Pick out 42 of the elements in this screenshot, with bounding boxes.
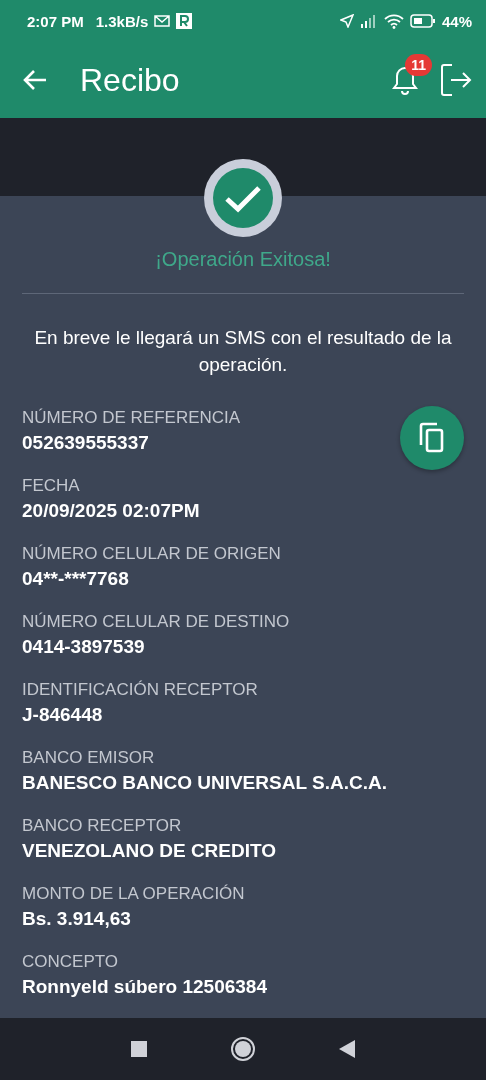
- status-time: 2:07 PM: [27, 12, 84, 30]
- logout-button[interactable]: [440, 63, 472, 98]
- field-value: J-846448: [22, 702, 103, 727]
- field-label: MONTO DE LA OPERACIÓN: [22, 882, 245, 905]
- field-label: CONCEPTO: [22, 950, 119, 973]
- field-label: NÚMERO CELULAR DE ORIGEN: [22, 542, 281, 565]
- field-label: BANCO RECEPTOR: [22, 814, 182, 837]
- battery-level: 44%: [441, 12, 472, 30]
- field-value: Bs. 3.914,63: [22, 906, 131, 931]
- field-value: BANESCO BANCO UNIVERSAL S.A.C.A.: [22, 770, 387, 795]
- notification-badge: 11: [405, 54, 432, 77]
- network-speed: 1.3kB/s: [95, 12, 149, 30]
- result-message: En breve le llegará un SMS con el resultado de la operación.: [33, 325, 453, 377]
- app-icon: [176, 13, 193, 30]
- field-value: 052639555337: [22, 430, 149, 455]
- field-value: Ronnyeld súbero 12506384: [22, 974, 267, 999]
- back-button[interactable]: [22, 69, 48, 92]
- success-check-icon: [203, 157, 283, 238]
- field-value: VENEZOLANO DE CREDITO: [22, 838, 277, 863]
- mail-icon: [154, 14, 171, 29]
- field-label: FECHA: [22, 474, 80, 497]
- success-title: ¡Operación Exitosa!: [154, 247, 332, 271]
- screen-title: Recibo: [80, 61, 180, 99]
- copy-icon: [418, 421, 446, 454]
- home-icon[interactable]: [231, 1036, 255, 1061]
- field-value: 20/09/2025 02:07PM: [22, 498, 200, 523]
- field-value: 0414-3897539: [22, 634, 145, 659]
- field-label: NÚMERO DE REFERENCIA: [22, 406, 241, 429]
- field-value: 04**-***7768: [22, 566, 129, 591]
- field-label: NÚMERO CELULAR DE DESTINO: [22, 610, 290, 633]
- back-icon[interactable]: [339, 1039, 355, 1058]
- notifications-button[interactable]: 11: [390, 54, 432, 97]
- recents-icon[interactable]: [131, 1040, 147, 1057]
- location-icon: [339, 14, 354, 29]
- copy-button[interactable]: [400, 405, 464, 470]
- wifi-icon: [383, 13, 404, 29]
- field-label: BANCO EMISOR: [22, 746, 155, 769]
- field-label: IDENTIFICACIÓN RECEPTOR: [22, 678, 258, 701]
- back-arrow-icon: [22, 69, 48, 92]
- battery-icon: [409, 14, 436, 29]
- logout-icon: [440, 63, 472, 98]
- signal-icon: [359, 14, 378, 29]
